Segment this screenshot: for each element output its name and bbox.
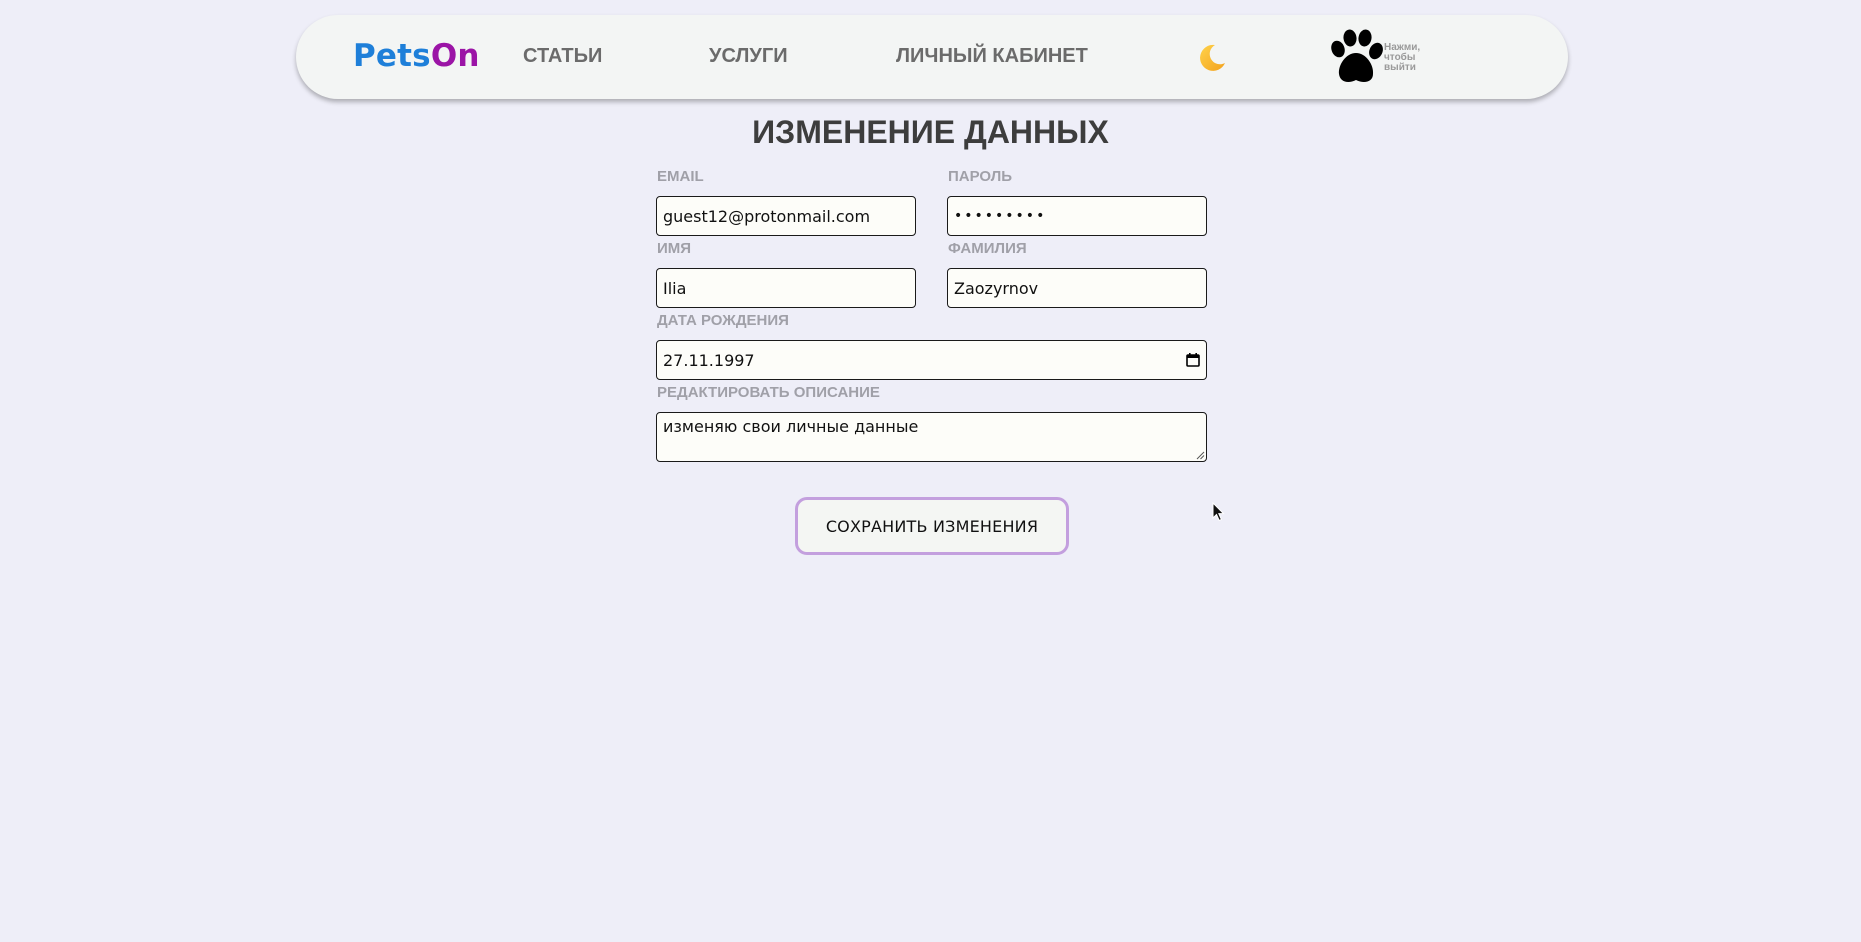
email-field[interactable] xyxy=(656,196,916,236)
first-name-field[interactable] xyxy=(656,268,916,308)
birth-date-field[interactable]: 27.11.1997 xyxy=(656,340,1207,380)
moon-icon[interactable] xyxy=(1195,41,1229,75)
nav-link-account[interactable]: ЛИЧНЫЙ КАБИНЕТ xyxy=(896,45,1088,68)
mouse-cursor-icon xyxy=(1212,502,1225,522)
first-name-label: ИМЯ xyxy=(657,240,692,257)
calendar-icon[interactable] xyxy=(1184,351,1202,369)
birth-date-value: 27.11.1997 xyxy=(663,351,755,370)
description-label: РЕДАКТИРОВАТЬ ОПИСАНИЕ xyxy=(657,384,880,401)
top-navbar: PetsOn СТАТЬИ УСЛУГИ ЛИЧНЫЙ КАБИНЕТ Нажм… xyxy=(296,15,1568,99)
password-label: ПАРОЛЬ xyxy=(948,168,1013,185)
nav-link-articles[interactable]: СТАТЬИ xyxy=(523,45,602,68)
save-button[interactable]: СОХРАНИТЬ ИЗМЕНЕНИЯ xyxy=(795,497,1069,555)
page-title: ИЗМЕНЕНИЕ ДАННЫХ xyxy=(752,114,1109,150)
email-label: EMAIL xyxy=(657,168,704,185)
last-name-field[interactable] xyxy=(947,268,1207,308)
nav-link-services[interactable]: УСЛУГИ xyxy=(709,45,788,68)
logo-part-pets: Pets xyxy=(353,38,431,74)
resize-grip-icon[interactable] xyxy=(1196,451,1205,460)
description-field[interactable]: изменяю свои личные данные xyxy=(656,412,1207,462)
logout-hint[interactable]: Нажми, чтобы выйти xyxy=(1384,43,1444,73)
birth-date-label: ДАТА РОЖДЕНИЯ xyxy=(657,312,789,329)
logo[interactable]: PetsOn xyxy=(353,38,480,74)
last-name-label: ФАМИЛИЯ xyxy=(948,240,1027,257)
logo-part-on: On xyxy=(430,38,480,74)
paw-icon[interactable] xyxy=(1326,29,1386,87)
password-field[interactable] xyxy=(947,196,1207,236)
